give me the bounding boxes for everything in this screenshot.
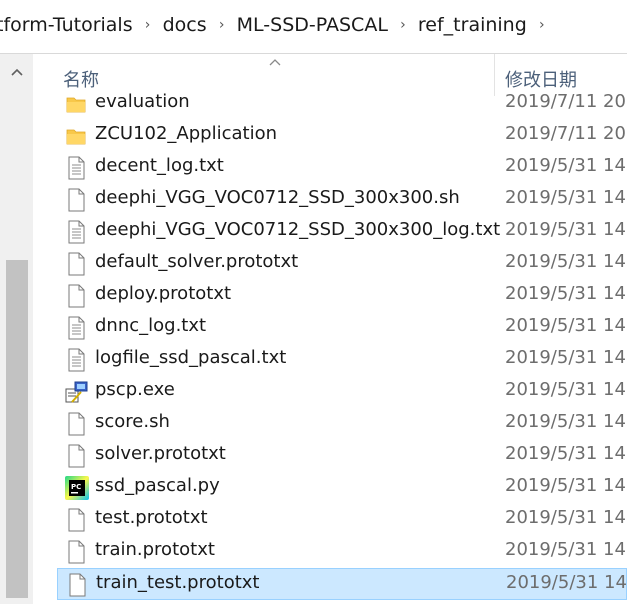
scroll-up-arrow-icon[interactable] xyxy=(6,62,28,84)
file-row[interactable]: decent_log.txt 2019/5/31 14: xyxy=(57,152,627,184)
breadcrumb-item-ml-ssd-pascal[interactable]: ML-SSD-PASCAL xyxy=(235,14,390,36)
folder-icon xyxy=(65,92,87,116)
chevron-right-icon[interactable]: › xyxy=(135,17,161,33)
file-row[interactable]: default_solver.prototxt 2019/5/31 14: xyxy=(57,248,627,280)
file-row[interactable]: solver.prototxt 2019/5/31 14: xyxy=(57,440,627,472)
file-date-modified: 2019/5/31 14: xyxy=(505,539,627,560)
file-date-modified: 2019/5/31 14: xyxy=(505,219,627,240)
file-row[interactable]: pscp.exe 2019/5/31 14: xyxy=(57,376,627,408)
file-date-modified: 2019/5/31 14: xyxy=(505,507,627,528)
file-row[interactable]: evaluation 2019/7/11 20: xyxy=(57,88,627,120)
breadcrumb: tform-Tutorials › docs › ML-SSD-PASCAL ›… xyxy=(0,14,555,36)
file-date-modified: 2019/5/31 14: xyxy=(505,411,627,432)
file-date-modified: 2019/5/31 14: xyxy=(505,315,627,336)
file-list: 名称 修改日期 evaluation 2019/7/11 20: ZCU102_Ap… xyxy=(33,54,627,604)
folder-icon xyxy=(65,124,87,148)
file-date-modified: 2019/5/31 14: xyxy=(505,379,627,400)
pycharm-icon: PC xyxy=(65,476,89,500)
file-name: dnnc_log.txt xyxy=(95,315,207,336)
file-name: decent_log.txt xyxy=(95,155,224,176)
exe-icon xyxy=(65,380,88,404)
chevron-right-icon[interactable]: › xyxy=(390,17,416,33)
file-row[interactable]: test.prototxt 2019/5/31 14: xyxy=(57,504,627,536)
file-row[interactable]: train_test.prototxt 2019/5/31 14: xyxy=(57,568,627,600)
file-name: train_test.prototxt xyxy=(96,572,260,593)
blank-file-icon xyxy=(65,188,87,212)
chevron-right-icon[interactable]: › xyxy=(209,17,235,33)
file-date-modified: 2019/5/31 14: xyxy=(505,251,627,272)
file-row[interactable]: deephi_VGG_VOC0712_SSD_300x300_log.txt 20… xyxy=(57,216,627,248)
scrollbar-thumb[interactable] xyxy=(6,260,28,598)
blank-file-icon xyxy=(65,508,87,532)
text-file-icon xyxy=(65,316,87,340)
blank-file-icon xyxy=(65,412,87,436)
sort-ascending-icon xyxy=(269,54,281,70)
vertical-scrollbar[interactable] xyxy=(0,54,33,604)
address-bar[interactable]: tform-Tutorials › docs › ML-SSD-PASCAL ›… xyxy=(0,0,627,54)
file-date-modified: 2019/5/31 14: xyxy=(505,475,627,496)
blank-file-icon xyxy=(65,540,87,564)
file-name: logfile_ssd_pascal.txt xyxy=(95,347,287,368)
file-name: train.prototxt xyxy=(95,539,215,560)
file-date-modified: 2019/5/31 14: xyxy=(506,572,627,593)
file-row[interactable]: score.sh 2019/5/31 14: xyxy=(57,408,627,440)
file-row[interactable]: PC ssd_pascal.py 2019/5/31 14: xyxy=(57,472,627,504)
file-explorer-window: tform-Tutorials › docs › ML-SSD-PASCAL ›… xyxy=(0,0,627,604)
text-file-icon xyxy=(65,348,87,372)
file-row[interactable]: train.prototxt 2019/5/31 14: xyxy=(57,536,627,568)
file-name: default_solver.prototxt xyxy=(95,251,299,272)
blank-file-icon xyxy=(65,444,87,468)
file-name: solver.prototxt xyxy=(95,443,226,464)
file-date-modified: 2019/7/11 20: xyxy=(505,123,627,144)
file-row[interactable]: deephi_VGG_VOC0712_SSD_300x300.sh 2019/5/… xyxy=(57,184,627,216)
file-name: test.prototxt xyxy=(95,507,208,528)
chevron-right-icon[interactable]: › xyxy=(529,17,555,33)
file-name: deephi_VGG_VOC0712_SSD_300x300.sh xyxy=(95,187,460,208)
file-name: pscp.exe xyxy=(95,379,175,400)
blank-file-icon xyxy=(66,573,88,597)
file-name: deephi_VGG_VOC0712_SSD_300x300_log.txt xyxy=(95,219,501,240)
file-name: score.sh xyxy=(95,411,170,432)
blank-file-icon xyxy=(65,284,87,308)
file-name: ssd_pascal.py xyxy=(95,475,220,496)
file-date-modified: 2019/5/31 14: xyxy=(505,443,627,464)
file-row[interactable]: ZCU102_Application 2019/7/11 20: xyxy=(57,120,627,152)
file-name: deploy.prototxt xyxy=(95,283,232,304)
breadcrumb-item-ref-training[interactable]: ref_training xyxy=(416,14,529,36)
file-date-modified: 2019/5/31 14: xyxy=(505,187,627,208)
file-row[interactable]: deploy.prototxt 2019/5/31 14: xyxy=(57,280,627,312)
text-file-icon xyxy=(65,220,87,244)
svg-text:PC: PC xyxy=(71,483,81,491)
breadcrumb-item-docs[interactable]: docs xyxy=(161,14,209,36)
file-name: evaluation xyxy=(95,91,190,112)
file-row[interactable]: logfile_ssd_pascal.txt 2019/5/31 14: xyxy=(57,344,627,376)
blank-file-icon xyxy=(65,252,87,276)
file-name: ZCU102_Application xyxy=(95,123,278,144)
file-date-modified: 2019/5/31 14: xyxy=(505,283,627,304)
file-row[interactable]: dnnc_log.txt 2019/5/31 14: xyxy=(57,312,627,344)
file-date-modified: 2019/5/31 14: xyxy=(505,155,627,176)
breadcrumb-item-tutorials[interactable]: tform-Tutorials xyxy=(0,14,135,36)
file-date-modified: 2019/5/31 14: xyxy=(505,347,627,368)
text-file-icon xyxy=(65,156,87,180)
file-date-modified: 2019/7/11 20: xyxy=(505,91,627,112)
